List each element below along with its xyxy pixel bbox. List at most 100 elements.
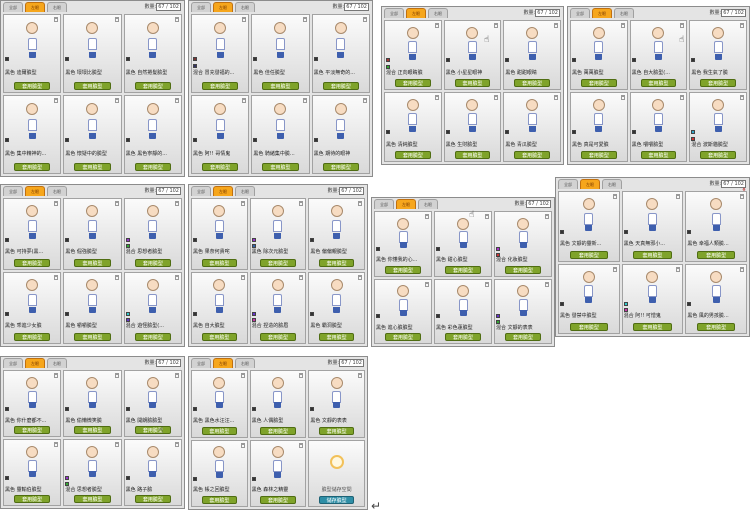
face-slot[interactable]: 黑色 甜甜眼睛 套用臉型: [503, 20, 561, 90]
apply-face-button[interactable]: 套用臉型: [569, 323, 608, 331]
face-slot[interactable]: 黑色 我生氣了臉 套用臉型: [689, 20, 747, 90]
tab-0[interactable]: 全部: [570, 8, 590, 18]
apply-face-button[interactable]: 套用臉型: [640, 79, 677, 87]
tab-2[interactable]: 右眼: [47, 186, 67, 196]
tab-2[interactable]: 右眼: [418, 199, 438, 209]
trash-icon[interactable]: [494, 23, 499, 28]
face-slot[interactable]: 黑色 生財臉型 套用臉型: [443, 92, 502, 162]
tab-2[interactable]: 右眼: [428, 8, 448, 18]
tab-0[interactable]: 全部: [3, 186, 23, 196]
trash-icon[interactable]: [174, 17, 179, 22]
face-slot[interactable]: 黑色 文靜的表表 套用臉型: [308, 370, 365, 438]
trash-icon[interactable]: [358, 373, 362, 378]
face-slot[interactable]: 黑色 森林之精靈 套用臉型: [249, 439, 307, 507]
apply-face-button[interactable]: 套用臉型: [260, 259, 296, 267]
trash-icon[interactable]: [54, 98, 59, 103]
apply-face-button[interactable]: 套用臉型: [74, 426, 111, 434]
apply-face-button[interactable]: 套用臉型: [262, 82, 299, 90]
trash-icon[interactable]: [485, 214, 489, 219]
trash-icon[interactable]: [620, 23, 625, 28]
trash-icon[interactable]: [362, 17, 367, 22]
face-slot[interactable]: 混合 捏造的臉眉 套用臉型: [249, 272, 307, 344]
apply-face-button[interactable]: 套用臉型: [262, 163, 299, 171]
apply-face-button[interactable]: 套用臉型: [134, 259, 171, 267]
tab-2[interactable]: 右眼: [235, 2, 255, 12]
tab-1[interactable]: 左眼: [213, 358, 233, 368]
apply-face-button[interactable]: 套用臉型: [134, 426, 171, 434]
face-slot[interactable]: 黑色 自大臉型 套用臉型: [191, 272, 248, 344]
apply-face-button[interactable]: 套用臉型: [134, 163, 171, 171]
trash-icon[interactable]: [545, 281, 549, 287]
trash-icon[interactable]: [676, 194, 681, 199]
face-slot[interactable]: 黑色 騎緒集中臉... 套用臉型: [251, 95, 310, 174]
apply-face-button[interactable]: 套用臉型: [134, 82, 171, 90]
trash-icon[interactable]: [494, 95, 499, 100]
tab-2[interactable]: 右眼: [47, 2, 67, 12]
trash-icon[interactable]: [680, 95, 685, 100]
face-slot[interactable]: 混合 遊怪臉型(... 套用臉型: [123, 272, 182, 344]
apply-face-button[interactable]: 套用臉型: [202, 82, 239, 90]
face-slot[interactable]: 黑色 靈輸伯臉型 套用臉型: [3, 439, 62, 506]
face-slot[interactable]: 混合 冒充發福的... 套用臉型: [191, 14, 250, 93]
tab-0[interactable]: 全部: [191, 2, 211, 12]
apply-face-button[interactable]: 套用臉型: [134, 333, 171, 341]
trash-icon[interactable]: [114, 442, 119, 447]
trash-icon[interactable]: [545, 214, 549, 219]
apply-face-button[interactable]: 套用臉型: [14, 426, 51, 434]
apply-face-button[interactable]: 套用臉型: [697, 250, 736, 259]
trash-icon[interactable]: [362, 98, 367, 103]
face-slot[interactable]: 黑色 帳之回臉型 套用臉型: [191, 439, 248, 507]
trash-icon[interactable]: [54, 373, 59, 378]
trash-icon[interactable]: [676, 266, 681, 272]
face-slot[interactable]: 混合 波斯貓臉型 套用臉型: [689, 92, 747, 162]
trash-icon[interactable]: [740, 23, 744, 28]
apply-face-button[interactable]: 套用臉型: [14, 163, 51, 171]
apply-face-button[interactable]: 套用臉型: [697, 323, 736, 331]
trash-icon[interactable]: [554, 95, 558, 100]
apply-face-button[interactable]: 套用臉型: [260, 333, 296, 341]
tab-1[interactable]: 左眼: [25, 2, 45, 12]
face-slot[interactable]: 黑色 彩色蓮臉型 套用臉型: [434, 278, 492, 344]
apply-face-button[interactable]: 套用臉型: [633, 250, 672, 259]
trash-icon[interactable]: [240, 201, 245, 206]
trash-icon[interactable]: [302, 98, 307, 103]
apply-face-button[interactable]: 套用臉型: [202, 163, 239, 171]
trash-icon[interactable]: [242, 98, 247, 103]
face-slot[interactable]: 黑色 偷懶微笑臉 套用臉型: [63, 370, 122, 437]
apply-face-button[interactable]: 套用臉型: [505, 333, 541, 341]
trash-icon[interactable]: [299, 373, 304, 378]
trash-icon[interactable]: [242, 17, 247, 22]
face-slot[interactable]: 黑色 壞壞比臉型 套用臉型: [63, 14, 122, 93]
tab-0[interactable]: 全部: [384, 8, 404, 18]
trash-icon[interactable]: [434, 23, 439, 28]
tab-2[interactable]: 右眼: [47, 358, 67, 368]
apply-face-button[interactable]: 套用臉型: [514, 151, 550, 159]
face-slot[interactable]: 黑色 天真無邪小... 套用臉型: [621, 191, 684, 262]
face-slot[interactable]: 黑色 平淡無奇的... 套用臉型: [311, 14, 370, 93]
face-slot[interactable]: 黑色 清純臉型 套用臉型: [384, 92, 442, 162]
apply-face-button[interactable]: 套用臉型: [74, 333, 111, 341]
face-slot[interactable]: 黑色 嚼嚼臉型 套用臉型: [63, 272, 122, 344]
tab-1[interactable]: 左眼: [25, 358, 45, 368]
apply-face-button[interactable]: 套用臉型: [454, 151, 491, 159]
trash-icon[interactable]: [240, 442, 245, 448]
trash-icon[interactable]: [174, 373, 179, 378]
face-slot[interactable]: 黑色 佳任臉型 套用臉型: [251, 14, 310, 93]
trash-icon[interactable]: [740, 266, 744, 272]
apply-face-button[interactable]: 套用臉型: [319, 259, 355, 267]
apply-face-button[interactable]: 套用臉型: [454, 79, 491, 87]
trash-icon[interactable]: [114, 201, 119, 206]
apply-face-button[interactable]: 套用臉型: [385, 333, 421, 341]
face-slot[interactable]: 黑色 幸福人類臉... 套用臉型: [685, 191, 747, 262]
trash-icon[interactable]: [114, 98, 119, 103]
trash-icon[interactable]: [612, 194, 617, 199]
face-slot[interactable]: 黑色 路子臉 套用臉型: [123, 439, 182, 506]
tab-2[interactable]: 右眼: [614, 8, 634, 18]
face-slot[interactable]: 黑色 偏偏親臉型 套用臉型: [308, 198, 365, 270]
trash-icon[interactable]: [174, 442, 179, 447]
trash-icon[interactable]: [620, 95, 625, 100]
apply-face-button[interactable]: 套用臉型: [322, 82, 359, 90]
trash-icon[interactable]: [680, 23, 685, 28]
face-slot[interactable]: 黑色 黑色水汪汪... 套用臉型: [191, 370, 248, 438]
trash-icon[interactable]: [114, 373, 119, 378]
